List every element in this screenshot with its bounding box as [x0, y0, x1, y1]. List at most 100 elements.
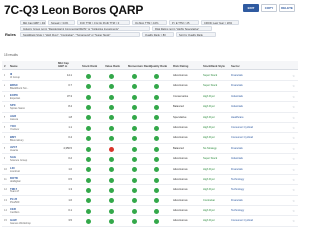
row-rank: 3 — [4, 94, 6, 98]
sector-link[interactable]: Financials — [231, 199, 253, 202]
sector-link[interactable]: Technology — [231, 188, 253, 191]
watch-star-icon[interactable]: ☆ — [292, 188, 295, 192]
company-name: Spirax-Sarco — [10, 107, 25, 111]
stockrank-style[interactable]: Super Stock — [203, 157, 225, 160]
quality-rank-indicator — [154, 208, 159, 214]
rule-chip[interactable]: Risk Rating not in "Highly Speculative" — [152, 26, 212, 31]
watch-star-icon[interactable]: ☆ — [292, 116, 295, 120]
table-row[interactable]: 11 DOTD dotdigital 0.5 Adventurous High Flyer… — [2, 175, 298, 186]
sector-link[interactable]: Consumer Cyclicals — [231, 126, 253, 129]
table-row[interactable]: 3 EXPN Experian 37.3 Conservative High Flyer I… — [2, 92, 298, 103]
col-momentum-rank[interactable]: Momentum Rank — [128, 64, 151, 68]
stockrank-style[interactable]: Super Stock — [203, 74, 225, 77]
stockrank-style[interactable]: High Flyer — [203, 178, 225, 181]
col-stockrank-style[interactable]: StockRank Style — [203, 64, 225, 68]
risk-rating: Adventurous — [173, 157, 188, 161]
sector-link[interactable]: Technology — [231, 178, 253, 181]
table-row[interactable]: 1 III 3i Group 14.1 Adventurous Super Stock Fi… — [2, 71, 298, 82]
edit-button[interactable]: EDIT — [243, 4, 259, 12]
watch-star-icon[interactable]: ☆ — [292, 168, 295, 172]
rule-chip[interactable]: Spread < 3.0% — [48, 20, 75, 25]
table-row[interactable]: 12 TM17 Team17 1.3 Adventurous High Flyer Tech… — [2, 185, 298, 196]
table-row[interactable]: 9 SAG Science Group 0.2 Adventurous Super Sto… — [2, 154, 298, 165]
rule-chip[interactable]: Quality Rank > 80 — [142, 32, 174, 37]
value-rank-indicator — [109, 146, 114, 152]
watch-star-icon[interactable]: ☆ — [292, 209, 295, 213]
stockrank-style[interactable]: Contrarian — [203, 199, 225, 202]
rule-chip[interactable]: Op Mgn TTM > 10% — [132, 20, 167, 25]
col-name[interactable]: Name — [10, 64, 18, 68]
table-row[interactable]: 5 AGR Assura 1.8 Speculative High Flyer Health… — [2, 113, 298, 123]
table-row[interactable]: 7 BMY Bloomsbury 0.4 Adventurous High Flyer Co… — [2, 133, 298, 144]
stockrank-style[interactable]: High Flyer — [203, 168, 225, 171]
sector-link[interactable]: Financials — [231, 168, 253, 171]
sector-link[interactable]: Consumer Cyclicals — [231, 136, 253, 139]
stock-rank-indicator — [86, 219, 91, 225]
delete-button[interactable]: DELETE — [279, 4, 295, 12]
watch-star-icon[interactable]: ☆ — [292, 178, 295, 182]
rule-chip[interactable]: Sort by Quality Rank — [176, 32, 216, 37]
watch-star-icon[interactable]: ☆ — [292, 157, 295, 161]
sector-link[interactable]: Healthcare — [231, 116, 253, 119]
watch-star-icon[interactable]: ☆ — [292, 199, 295, 203]
stockrank-style[interactable]: High Flyer — [203, 116, 225, 119]
watch-star-icon[interactable]: ☆ — [292, 136, 295, 140]
sector-link[interactable]: Financials — [231, 74, 253, 77]
copy-button[interactable]: COPY — [261, 4, 277, 12]
table-row[interactable]: 4 SPX Spirax-Sarco 8.4 Balanced High Flyer Ind… — [2, 102, 298, 113]
stockrank-style[interactable]: No Strategy — [203, 147, 225, 150]
sector-link[interactable]: Technology — [231, 209, 253, 212]
table-row[interactable]: 14 CER Cerillion 0.1 Adventurous High Flyer Te… — [2, 206, 298, 217]
watch-star-icon[interactable]: ☆ — [292, 126, 295, 130]
col-value-rank[interactable]: Value Rank — [105, 64, 120, 68]
rule-chip[interactable]: FCF TTM > 0 & Op Profit TTM > 0 — [77, 20, 130, 25]
sector-link[interactable]: Industrials — [231, 157, 253, 160]
table-row[interactable]: 15 GAW Games Workshop 3.5 Adventurous High Fl… — [2, 216, 298, 227]
risk-rating: Adventurous — [173, 136, 188, 140]
stockrank-style[interactable]: High Flyer — [203, 219, 225, 222]
stockrank-style[interactable]: Super Stock — [203, 84, 225, 87]
rule-chip[interactable]: Mkt Cap GBP > 40m — [20, 20, 46, 25]
company-name: YouGov — [10, 128, 20, 132]
table-row[interactable]: 2 BRSC BlackRock Sm.. 0.7 Adventurous Super S… — [2, 81, 298, 92]
stockrank-style[interactable]: High Flyer — [203, 105, 225, 108]
stock-rank-indicator — [86, 125, 91, 131]
rule-chip[interactable]: Industry Group not in "Residential & Com… — [20, 26, 150, 31]
stockrank-style[interactable]: High Flyer — [203, 95, 225, 98]
momentum-rank-indicator — [132, 115, 137, 121]
col-quality-rank[interactable]: Quality Rank — [150, 64, 167, 68]
sector-link[interactable]: Industrials — [231, 105, 253, 108]
stockrank-style[interactable]: High Flyer — [203, 126, 225, 129]
row-rank: 11 — [4, 177, 7, 181]
col-risk-rating[interactable]: Risk Rating — [173, 64, 188, 68]
sector-link[interactable]: Financials — [231, 147, 253, 150]
stockrank-style[interactable]: High Flyer — [203, 188, 225, 191]
table-row[interactable]: 6 YOU YouGov 1.1 Adventurous High Flyer Consum… — [2, 123, 298, 134]
quality-rank-indicator — [154, 177, 159, 183]
col-rank[interactable]: # — [4, 64, 6, 68]
market-cap-value: 0.4 — [68, 136, 72, 140]
table-row[interactable]: 8 AVCT Avacta 4,356.5 Balanced No Strategy Fin… — [2, 144, 298, 155]
rule-chip[interactable]: StockRank Style = "High Flyer", "Contrar… — [20, 32, 140, 37]
col-sector[interactable]: Sector — [231, 64, 240, 68]
sector-link[interactable]: Consumer Cyclicals — [231, 219, 253, 222]
momentum-rank-indicator — [132, 73, 137, 79]
col-mkt-cap[interactable]: Mkt Cap GBP m — [58, 62, 72, 67]
watch-star-icon[interactable]: ☆ — [292, 219, 295, 223]
sector-link[interactable]: Financials — [231, 84, 253, 87]
watch-star-icon[interactable]: ☆ — [292, 74, 295, 78]
rule-chip[interactable]: CROIC Last Year > 20% — [201, 20, 239, 25]
watch-star-icon[interactable]: ☆ — [292, 105, 295, 109]
table-row[interactable]: 10 LIO Liontrust 1.0 Adventurous High Flyer Fi… — [2, 165, 298, 175]
stockrank-style[interactable]: High Flyer — [203, 136, 225, 139]
sector-link[interactable]: Industrials — [231, 95, 253, 98]
table-row[interactable]: 13 PLUS Plus500 1.6 Adventurous Contrarian Fin… — [2, 196, 298, 207]
value-rank-indicator — [109, 208, 114, 214]
stock-rank-indicator — [86, 115, 91, 121]
stockrank-style[interactable]: High Flyer — [203, 209, 225, 212]
rule-chip[interactable]: P / E TTM < 25 — [169, 20, 199, 25]
watch-star-icon[interactable]: ☆ — [292, 147, 295, 151]
watch-star-icon[interactable]: ☆ — [292, 84, 295, 88]
watch-star-icon[interactable]: ☆ — [292, 95, 295, 99]
col-stock-rank[interactable]: Stock Rank — [82, 64, 97, 68]
